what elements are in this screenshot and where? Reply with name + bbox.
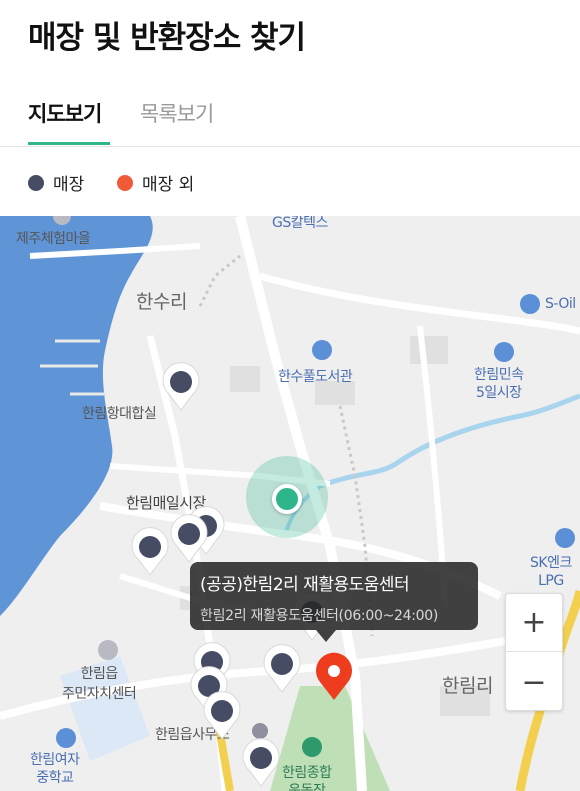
market5-line2: 5일시장 [475,385,522,401]
map-label-hansu: 한수리 [136,291,187,313]
tab-map-view[interactable]: 지도보기 [28,98,102,128]
tooltip-subtitle: 한림2리 재활용도움센터(06:00~24:00) [200,608,439,624]
map-label-gs: GS칼텍스 [272,216,328,231]
current-location-icon [272,484,302,514]
store-pin[interactable] [202,691,242,741]
sports-line2: 운동장 [288,783,326,791]
map-label-s-oil: S-Oil [545,296,576,312]
legend-store: 매장 [28,170,84,195]
community-line2: 주민자치센터 [62,686,137,702]
sports-line1: 한림종합 [282,765,332,781]
community-line1: 한림읍 [80,666,119,682]
map[interactable]: 제주체험마을 GS칼텍스 한수리 S-Oil 한수풀도서관 한림민속 5일시장 한… [0,216,580,791]
store-pin[interactable] [161,362,201,412]
selected-other-pin[interactable] [314,652,354,702]
zoom-out-button[interactable]: − [506,653,562,711]
legend-other: 매장 외 [117,170,194,195]
legend: 매장 매장 외 [0,148,580,216]
sk-lpg-line1: SK엔크 [530,555,572,571]
store-pin[interactable] [169,514,209,564]
map-label-community: 한림읍주민자치센터 [62,664,137,704]
zoom-control: + − [505,593,563,711]
map-label-library: 한수풀도서관 [278,369,353,385]
map-label-hallim-ri: 한림리 [442,675,493,697]
store-pin[interactable] [241,738,281,788]
map-label-sk-lpg: SK엔크 LPG [530,554,572,590]
zoom-in-button[interactable]: + [506,594,562,652]
tooltip-arrow [316,630,336,642]
tab-bar: 지도보기 목록보기 [0,80,580,147]
legend-other-label: 매장 외 [142,175,195,195]
tooltip-title: (공공)한림2리 재활용도움센터 [200,575,410,595]
location-tooltip[interactable]: (공공)한림2리 재활용도움센터 한림2리 재활용도움센터(06:00~24:0… [190,562,478,630]
legend-store-label: 매장 [53,175,85,195]
page-title: 매장 및 반환장소 찾기 [28,20,306,56]
header: 매장 및 반환장소 찾기 [0,0,580,80]
store-pin[interactable] [262,644,302,694]
sk-lpg-line2: LPG [538,573,564,589]
map-label-jeju-village: 제주체험마을 [16,231,91,247]
active-tab-indicator [28,142,110,145]
girls-school-line2: 중학교 [36,770,74,786]
store-pin[interactable] [130,527,170,577]
girls-school-line1: 한림여자 [30,752,80,768]
map-label-port: 한림항대합실 [82,406,157,422]
market5-line1: 한림민속 [474,367,524,383]
map-label-market5: 한림민속 5일시장 [474,366,524,402]
other-dot-icon [117,174,133,191]
store-dot-icon [28,174,44,191]
tab-list-view[interactable]: 목록보기 [140,98,214,128]
map-label-girls-school: 한림여자중학교 [30,751,80,787]
map-label-sports: 한림종합운동장 [282,764,332,791]
